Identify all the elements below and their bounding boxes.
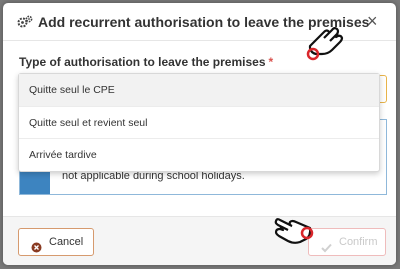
authorisation-type-label-text: Type of authorisation to leave the premi… xyxy=(19,55,266,69)
authorisation-type-label: Type of authorisation to leave the premi… xyxy=(19,55,273,69)
confirm-button[interactable]: Confirm xyxy=(308,228,386,256)
dialog-footer: Cancel Confirm xyxy=(3,216,396,265)
dropdown-option[interactable]: Quitte seul le CPE xyxy=(19,74,379,106)
pointing-hand-icon xyxy=(306,27,344,61)
authorisation-type-dropdown: Quitte seul le CPE Quitte seul et revien… xyxy=(18,73,380,172)
checkmark-icon xyxy=(321,237,332,263)
required-mark: * xyxy=(268,55,274,69)
dropdown-option[interactable]: Quitte seul et revient seul xyxy=(19,106,379,138)
gears-icon xyxy=(17,15,33,34)
dropdown-option[interactable]: Arrivée tardive xyxy=(19,138,379,170)
cancel-button-label: Cancel xyxy=(49,236,84,248)
cancel-button[interactable]: Cancel xyxy=(18,228,94,256)
pointing-hand-icon xyxy=(274,218,314,244)
close-button[interactable]: × xyxy=(367,12,378,30)
cancel-circle-icon xyxy=(31,237,42,263)
confirm-button-label: Confirm xyxy=(339,236,378,248)
